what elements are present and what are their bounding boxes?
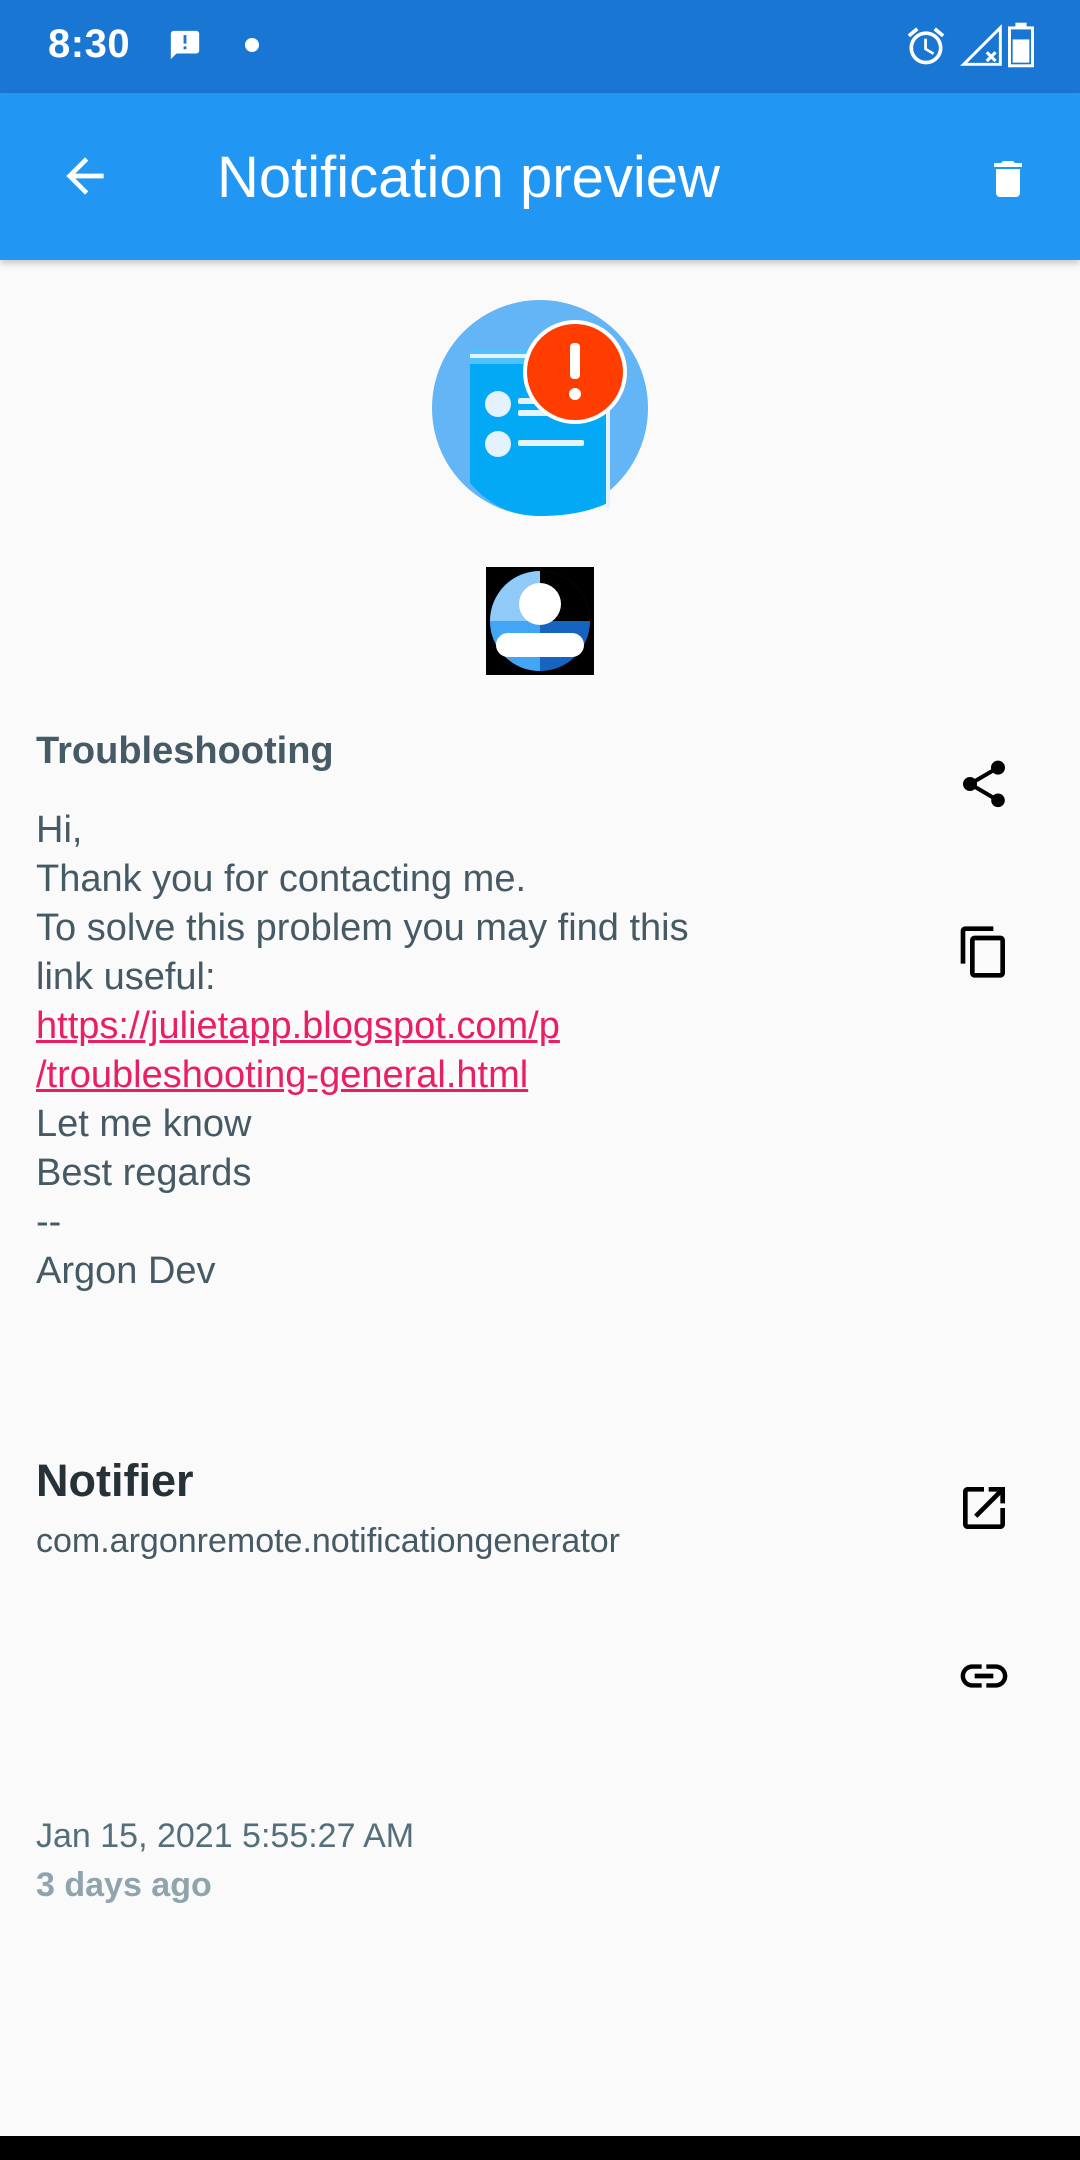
body-line: Thank you for contacting me. <box>36 858 527 900</box>
status-time: 8:30 <box>48 22 131 66</box>
body-line: -- <box>36 1201 62 1243</box>
package-name: com.argonremote.notificationgenerator <box>36 1522 620 1560</box>
share-button[interactable] <box>956 756 1012 812</box>
avatar <box>486 567 594 675</box>
app-icon <box>432 300 648 516</box>
page-title: Notification preview <box>217 145 720 210</box>
body-line: Argon Dev <box>36 1250 216 1292</box>
status-bar: 8:30 <box>0 0 1080 93</box>
notification-title: Troubleshooting <box>36 730 334 772</box>
arrow-back-icon <box>66 157 104 195</box>
open-app-button[interactable] <box>956 1480 1012 1536</box>
link-line[interactable]: https://julietapp.blogspot.com/p <box>36 1002 796 1051</box>
copy-icon <box>960 926 1005 978</box>
navigation-bar <box>0 2136 1080 2160</box>
body-line: Hi, <box>36 809 83 851</box>
body-line: Let me know <box>36 1103 252 1145</box>
link-line[interactable]: /troubleshooting-general.html <box>36 1051 796 1100</box>
link-icon <box>960 1664 1008 1688</box>
body-line: To solve this problem you may find this <box>36 907 689 949</box>
delete-button[interactable] <box>972 143 1044 215</box>
notification-body: Hi, Thank you for contacting me. To solv… <box>36 806 796 1296</box>
delete-icon <box>994 161 1022 197</box>
battery-icon <box>1008 22 1034 68</box>
dot-icon <box>245 38 259 52</box>
open-in-new-icon <box>963 1487 1005 1529</box>
timestamp: Jan 15, 2021 5:55:27 AM <box>36 1817 415 1855</box>
body-line: link useful: <box>36 956 216 998</box>
troubleshooting-link[interactable]: https://julietapp.blogspot.com/p /troubl… <box>36 1002 796 1100</box>
app-name: Notifier <box>36 1455 194 1506</box>
share-icon <box>963 760 1005 808</box>
alarm-icon <box>907 27 945 65</box>
body-line: Best regards <box>36 1152 252 1194</box>
link-button[interactable] <box>956 1648 1012 1704</box>
signal-icon <box>960 24 1002 66</box>
message-alert-icon <box>170 30 200 60</box>
relative-time: 3 days ago <box>36 1866 212 1904</box>
copy-button[interactable] <box>956 924 1012 980</box>
app-bar: Notification preview <box>0 93 1080 260</box>
back-button[interactable] <box>50 141 120 211</box>
